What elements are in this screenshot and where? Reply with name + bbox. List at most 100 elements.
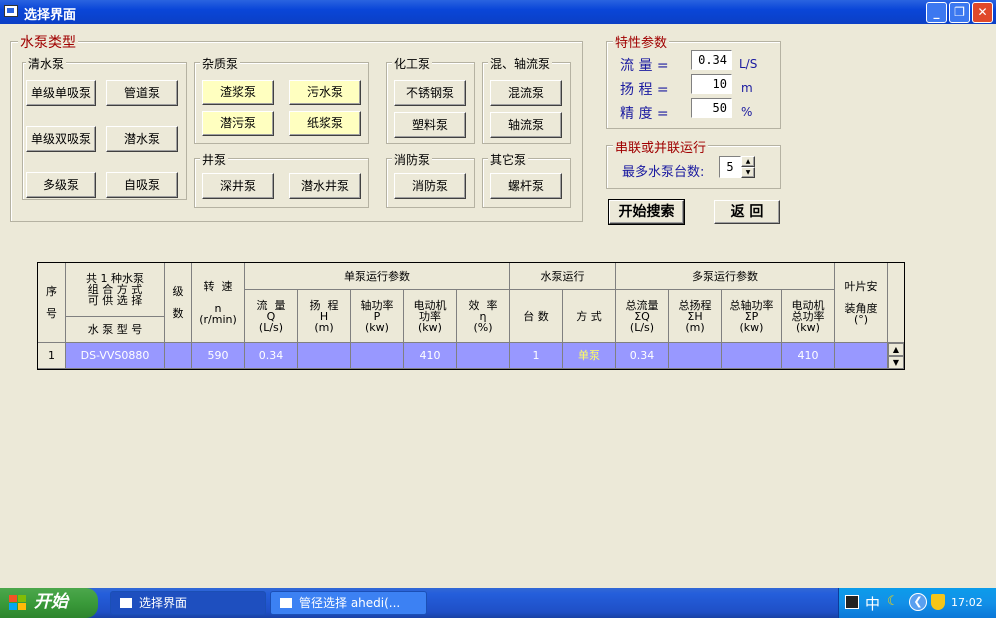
row-seq: 1 bbox=[38, 343, 66, 369]
mixed-flow-pump-button[interactable]: 混流泵 bbox=[490, 80, 562, 106]
task-pipe-label: 管径选择 ahedi(... bbox=[299, 596, 401, 610]
multistage-pump-button[interactable]: 多级泵 bbox=[26, 172, 96, 198]
clean-water-title: 清水泵 bbox=[26, 55, 67, 72]
app-icon bbox=[4, 5, 18, 17]
task-select-label: 选择界面 bbox=[139, 596, 188, 610]
sewage-pump-button[interactable]: 污水泵 bbox=[289, 80, 361, 105]
spin-up-button[interactable]: ▲ bbox=[741, 156, 755, 167]
row-total-flow[interactable]: 0.34 bbox=[616, 343, 669, 369]
col-shaft-power-header: 轴功率 P (kw) bbox=[351, 290, 404, 343]
submersible-well-pump-button[interactable]: 潜水井泵 bbox=[289, 173, 361, 199]
scroll-down-icon[interactable]: ▼ bbox=[888, 356, 904, 369]
window-icon bbox=[120, 598, 132, 608]
task-select-window[interactable]: 选择界面 bbox=[110, 591, 266, 615]
single-stage-single-suction-button[interactable]: 单级单吸泵 bbox=[26, 80, 96, 106]
back-arrow-icon[interactable]: ❮ bbox=[909, 593, 927, 611]
row-stage[interactable] bbox=[165, 343, 192, 369]
flow-unit: L/S bbox=[739, 57, 758, 71]
well-pump-title: 井泵 bbox=[200, 151, 229, 168]
row-blade[interactable] bbox=[835, 343, 888, 369]
precision-unit: % bbox=[741, 105, 753, 119]
fire-pump-button[interactable]: 消防泵 bbox=[394, 173, 466, 199]
col-model-header: 水 泵 型 号 bbox=[66, 317, 165, 343]
row-count[interactable]: 1 bbox=[510, 343, 563, 369]
maximize-button[interactable]: ❐ bbox=[949, 2, 970, 23]
window-title: 选择界面 bbox=[24, 8, 77, 23]
row-shaft[interactable] bbox=[351, 343, 404, 369]
col-total-shaft-header: 总轴功率 ΣP (kw) bbox=[722, 290, 782, 343]
col-total-head-header: 总扬程 ΣH (m) bbox=[669, 290, 722, 343]
pump-type-title: 水泵类型 bbox=[18, 32, 78, 52]
head-label: 扬 程 = bbox=[620, 82, 669, 98]
col-seq-header: 序 号 bbox=[38, 263, 66, 343]
head-unit: m bbox=[741, 81, 753, 95]
col-head-header: 扬 程 H (m) bbox=[298, 290, 351, 343]
system-tray: 中 ☾ ❮ 17:02 bbox=[838, 588, 996, 618]
submersible-sewage-pump-button[interactable]: 潜污泵 bbox=[202, 111, 274, 136]
precision-label: 精 度 = bbox=[620, 106, 669, 122]
chemical-pump-title: 化工泵 bbox=[392, 55, 433, 72]
row-speed[interactable]: 590 bbox=[192, 343, 245, 369]
task-pipe-window[interactable]: 管径选择 ahedi(... bbox=[270, 591, 427, 615]
pipeline-pump-button[interactable]: 管道泵 bbox=[106, 80, 178, 106]
col-total-flow-header: 总流量 ΣQ (L/s) bbox=[616, 290, 669, 343]
ime-label[interactable]: 中 bbox=[865, 593, 880, 614]
back-button[interactable]: 返 回 bbox=[714, 200, 780, 224]
start-label: 开始 bbox=[34, 592, 68, 612]
main-form: 水泵类型 清水泵 单级单吸泵 管道泵 单级双吸泵 潜水泵 多级泵 自吸泵 杂质泵… bbox=[0, 24, 996, 588]
shield-icon[interactable] bbox=[931, 594, 945, 610]
spin-down-button[interactable]: ▼ bbox=[741, 167, 755, 178]
windows-logo-icon bbox=[9, 595, 26, 610]
start-button[interactable]: 开始 bbox=[0, 588, 98, 618]
col-efficiency-header: 效 率 η (%) bbox=[457, 290, 510, 343]
minimize-button[interactable]: _ bbox=[926, 2, 947, 23]
row-mode[interactable]: 单泵 bbox=[563, 343, 616, 369]
mixed-axial-title: 混、轴流泵 bbox=[488, 55, 553, 72]
col-pump-combo-header: 共 1 种水泵 组 合 方 式 可 供 选 择 bbox=[66, 263, 165, 317]
scroll-up-icon[interactable]: ▲ bbox=[888, 343, 904, 356]
screw-pump-button[interactable]: 螺杆泵 bbox=[490, 173, 562, 199]
pump-run-header: 水泵运行 bbox=[510, 263, 616, 290]
results-grid[interactable]: 序 号 共 1 种水泵 组 合 方 式 可 供 选 择 水 泵 型 号 级 数 … bbox=[37, 262, 905, 370]
multi-params-header: 多泵运行参数 bbox=[616, 263, 835, 290]
row-flow[interactable]: 0.34 bbox=[245, 343, 298, 369]
row-motor[interactable]: 410 bbox=[404, 343, 457, 369]
col-motor-power-header: 电动机 功率 (kw) bbox=[404, 290, 457, 343]
paper-pulp-pump-button[interactable]: 纸浆泵 bbox=[289, 111, 361, 136]
slurry-pump-button[interactable]: 渣浆泵 bbox=[202, 80, 274, 105]
impurity-title: 杂质泵 bbox=[200, 55, 241, 72]
precision-input[interactable]: 50 bbox=[691, 98, 732, 118]
start-search-button[interactable]: 开始搜索 bbox=[608, 199, 685, 225]
window-icon bbox=[280, 598, 292, 608]
input-method-icon[interactable] bbox=[845, 595, 859, 609]
series-title: 串联或并联运行 bbox=[613, 137, 709, 156]
row-efficiency[interactable] bbox=[457, 343, 510, 369]
head-input[interactable]: 10 bbox=[691, 74, 732, 94]
row-head[interactable] bbox=[298, 343, 351, 369]
taskbar: 开始 选择界面 管径选择 ahedi(... 中 ☾ ❮ 17:02 bbox=[0, 588, 996, 618]
self-priming-pump-button[interactable]: 自吸泵 bbox=[106, 172, 178, 198]
moon-icon[interactable]: ☾ bbox=[887, 594, 899, 609]
single-stage-double-suction-button[interactable]: 单级双吸泵 bbox=[26, 126, 96, 152]
title-bar: 选择界面 _ ❐ ✕ bbox=[0, 0, 996, 24]
grid-scrollbar[interactable]: ▲ ▼ bbox=[888, 343, 904, 369]
grid-corner bbox=[888, 263, 904, 343]
max-pumps-input[interactable]: 5 bbox=[719, 156, 741, 178]
submersible-pump-button[interactable]: 潜水泵 bbox=[106, 126, 178, 152]
col-stage-header: 级 数 bbox=[165, 263, 192, 343]
clock: 17:02 bbox=[951, 596, 983, 609]
deep-well-pump-button[interactable]: 深井泵 bbox=[202, 173, 274, 199]
other-pump-title: 其它泵 bbox=[488, 151, 529, 168]
row-total-head[interactable] bbox=[669, 343, 722, 369]
flow-label: 流 量 = bbox=[620, 58, 669, 74]
row-total-shaft[interactable] bbox=[722, 343, 782, 369]
flow-input[interactable]: 0.34 bbox=[691, 50, 732, 70]
row-total-motor[interactable]: 410 bbox=[782, 343, 835, 369]
axial-flow-pump-button[interactable]: 轴流泵 bbox=[490, 112, 562, 138]
col-blade-header: 叶片安 装角度 (°) bbox=[835, 263, 888, 343]
close-button[interactable]: ✕ bbox=[972, 2, 993, 23]
stainless-pump-button[interactable]: 不锈钢泵 bbox=[394, 80, 466, 106]
plastic-pump-button[interactable]: 塑料泵 bbox=[394, 112, 466, 138]
row-model[interactable]: DS-VVS0880 bbox=[66, 343, 165, 369]
col-mode-header: 方 式 bbox=[563, 290, 616, 343]
